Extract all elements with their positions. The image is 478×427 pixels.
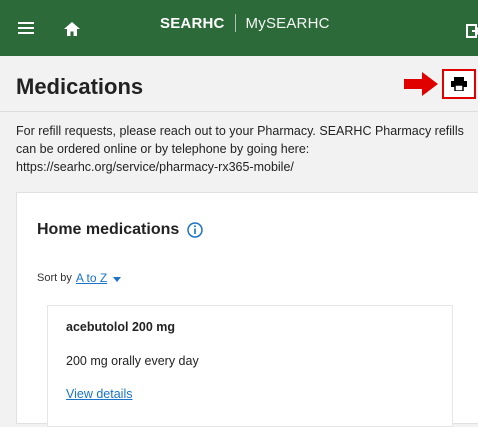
page-title: Medications bbox=[16, 74, 144, 99]
brand-divider bbox=[234, 14, 236, 32]
view-details-link[interactable]: View details bbox=[66, 387, 132, 401]
info-icon[interactable] bbox=[187, 222, 203, 238]
print-button[interactable] bbox=[442, 69, 476, 99]
brand-name: SEARHC bbox=[160, 14, 225, 32]
sort-control: Sort by A to Z bbox=[37, 271, 122, 285]
hamburger-icon[interactable] bbox=[18, 22, 34, 34]
medication-list-item: acebutolol 200 mg 200 mg orally every da… bbox=[47, 305, 453, 427]
arrow-right-icon bbox=[404, 72, 438, 96]
refill-instructions: For refill requests, please reach out to… bbox=[16, 124, 464, 174]
logout-icon[interactable] bbox=[466, 24, 478, 38]
chevron-down-icon[interactable] bbox=[113, 276, 122, 282]
print-icon bbox=[451, 77, 467, 91]
medication-name: acebutolol 200 mg bbox=[66, 320, 176, 334]
home-medications-card: Home medications Sort by A to Z acebutol… bbox=[16, 192, 478, 427]
section-title: Home medications bbox=[37, 221, 180, 238]
top-navigation-bar: SEARHC MySEARHC bbox=[0, 0, 478, 56]
home-icon[interactable] bbox=[64, 22, 80, 36]
sort-dropdown[interactable]: A to Z bbox=[76, 271, 107, 285]
brand-logo: SEARHC MySEARHC bbox=[160, 14, 330, 32]
medication-instructions: 200 mg orally every day bbox=[66, 354, 199, 368]
product-name: MySEARHC bbox=[245, 14, 330, 32]
sort-label: Sort by bbox=[37, 272, 72, 284]
